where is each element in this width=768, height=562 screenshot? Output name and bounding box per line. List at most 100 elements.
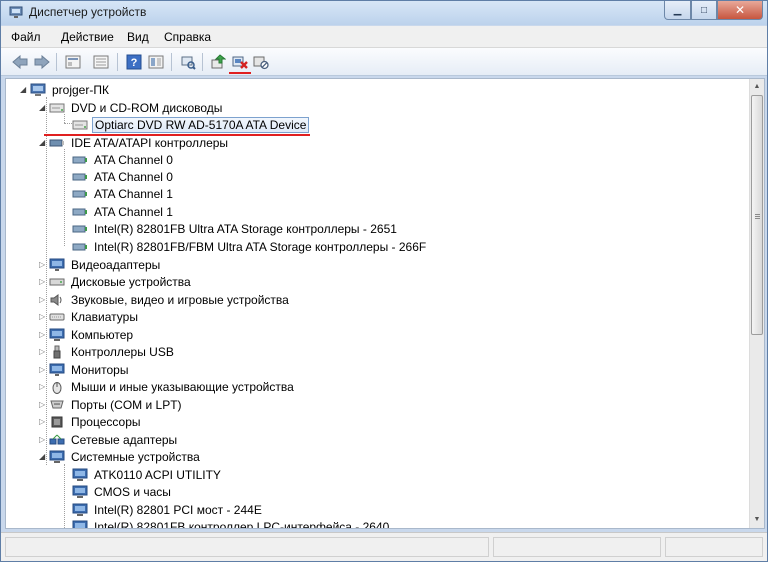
category-dvd[interactable]: ◢ DVD и CD-ROM дисководы: [39, 99, 224, 116]
device-label: Intel(R) 82801FB контроллер LPC-интерфей…: [94, 519, 390, 529]
category-ports[interactable]: ▷ Порты (COM и LPT): [39, 396, 184, 413]
category-label: Звуковые, видео и игровые устройства: [71, 292, 289, 307]
scrollbar-thumb[interactable]: [751, 95, 763, 335]
category-label: Компьютер: [71, 327, 134, 342]
device-ide-child[interactable]: ATA Channel 0: [72, 151, 175, 168]
category-label: Видеоадаптеры: [71, 257, 161, 272]
tree-line: [64, 149, 65, 246]
display-adapter-icon: [49, 258, 65, 271]
category-label: IDE ATA/ATAPI контроллеры: [71, 135, 229, 150]
device-system-child[interactable]: Intel(R) 82801 PCI мост - 244E: [72, 501, 264, 518]
category-mice[interactable]: ▷ Мыши и иные указывающие устройства: [39, 378, 296, 395]
svg-text:?: ?: [131, 57, 138, 69]
category-label: DVD и CD-ROM дисководы: [71, 100, 223, 115]
dvd-drive-icon: [49, 103, 65, 112]
collapsed-arrow-icon[interactable]: ▷: [39, 330, 49, 339]
collapsed-arrow-icon[interactable]: ▷: [39, 347, 49, 356]
collapsed-arrow-icon[interactable]: ▷: [39, 435, 49, 444]
category-usb[interactable]: ▷ Контроллеры USB: [39, 343, 176, 360]
scroll-up-button[interactable]: ▲: [750, 79, 764, 94]
processor-icon: [51, 416, 63, 427]
minimize-button[interactable]: ▁: [664, 1, 691, 20]
menu-file[interactable]: Файл: [11, 30, 41, 44]
device-system-child[interactable]: ATK0110 ACPI UTILITY: [72, 466, 223, 483]
category-computer[interactable]: ▷ Компьютер: [39, 326, 135, 343]
help-icon: ?: [126, 54, 142, 70]
device-ide-child[interactable]: ATA Channel 1: [72, 203, 175, 220]
ide-channel-icon: [72, 208, 87, 215]
expanded-arrow-icon[interactable]: ◢: [39, 103, 49, 112]
menu-view[interactable]: Вид: [127, 30, 149, 44]
device-system-child[interactable]: Intel(R) 82801FB контроллер LPC-интерфей…: [72, 518, 391, 528]
vertical-scrollbar[interactable]: ▲ ▼: [749, 79, 764, 528]
close-button[interactable]: ✕: [717, 1, 763, 20]
device-label: Intel(R) 82801FB/FBM Ultra ATA Storage к…: [94, 239, 427, 254]
properties-button[interactable]: [64, 53, 82, 71]
list-icon: [93, 55, 109, 69]
list-button[interactable]: [92, 53, 110, 71]
scan-hardware-button[interactable]: [179, 53, 197, 71]
collapsed-arrow-icon[interactable]: ▷: [39, 277, 49, 286]
maximize-button[interactable]: □: [691, 1, 717, 20]
collapsed-arrow-icon[interactable]: ▷: [39, 400, 49, 409]
view-button[interactable]: [147, 53, 165, 71]
device-ide-child[interactable]: Intel(R) 82801FB Ultra ATA Storage контр…: [72, 220, 399, 237]
disk-drive-icon: [49, 278, 65, 285]
device-ide-child[interactable]: ATA Channel 0: [72, 168, 175, 185]
expanded-arrow-icon[interactable]: ◢: [39, 452, 49, 461]
expanded-arrow-icon[interactable]: ◢: [20, 85, 30, 94]
root-label: projger-ПК: [52, 82, 109, 97]
red-highlight-toolbar-underline: [229, 72, 251, 74]
ide-channel-icon: [72, 190, 87, 197]
uninstall-device-button[interactable]: [231, 53, 249, 71]
expanded-arrow-icon[interactable]: ◢: [39, 138, 49, 147]
device-ide-child[interactable]: ATA Channel 1: [72, 185, 175, 202]
disable-device-button[interactable]: [252, 53, 270, 71]
scroll-down-button[interactable]: ▼: [750, 512, 764, 527]
category-label: Мониторы: [71, 362, 129, 377]
device-dvd-drive[interactable]: Optiarc DVD RW AD-5170A ATA Device: [72, 116, 310, 133]
category-disks[interactable]: ▷ Дисковые устройства: [39, 273, 193, 290]
help-button[interactable]: ?: [125, 53, 143, 71]
collapsed-arrow-icon[interactable]: ▷: [39, 260, 49, 269]
category-network[interactable]: ▷ Сетевые адаптеры: [39, 431, 179, 448]
computer-icon: [30, 83, 46, 96]
window-controls: ▁ □ ✕: [664, 1, 763, 20]
collapsed-arrow-icon[interactable]: ▷: [39, 382, 49, 391]
category-video[interactable]: ▷ Видеоадаптеры: [39, 256, 162, 273]
status-panel: [5, 537, 489, 557]
category-system[interactable]: ◢ Системные устройства: [39, 448, 202, 465]
collapsed-arrow-icon[interactable]: ▷: [39, 295, 49, 304]
status-bar: [1, 532, 767, 561]
category-monitors[interactable]: ▷ Мониторы: [39, 361, 130, 378]
category-label: Мыши и иные указывающие устройства: [71, 379, 294, 394]
back-button[interactable]: [11, 53, 29, 71]
forward-button[interactable]: [33, 53, 51, 71]
menu-help[interactable]: Справка: [164, 30, 211, 44]
port-icon: [50, 400, 64, 408]
update-driver-button[interactable]: [209, 53, 227, 71]
tree-root[interactable]: ◢ projger-ПК: [20, 81, 111, 98]
scroll-down-icon: ▼: [753, 516, 761, 523]
collapsed-arrow-icon[interactable]: ▷: [39, 417, 49, 426]
category-processors[interactable]: ▷ Процессоры: [39, 413, 143, 430]
collapsed-arrow-icon[interactable]: ▷: [39, 365, 49, 374]
device-system-child[interactable]: CMOS и часы: [72, 483, 173, 500]
device-tree[interactable]: ◢ projger-ПК ◢ DVD и CD-ROM дисководы Op…: [6, 79, 751, 528]
close-icon: ✕: [734, 3, 746, 17]
device-ide-child[interactable]: Intel(R) 82801FB/FBM Ultra ATA Storage к…: [72, 238, 428, 255]
disable-device-icon: [253, 56, 269, 70]
monitor-icon: [49, 363, 65, 376]
category-keyboards[interactable]: ▷ Клавиатуры: [39, 308, 140, 325]
collapsed-arrow-icon[interactable]: ▷: [39, 312, 49, 321]
device-label: CMOS и часы: [94, 484, 171, 499]
ide-channel-icon: [72, 225, 87, 232]
device-tree-panel: ◢ projger-ПК ◢ DVD и CD-ROM дисководы Op…: [5, 78, 765, 529]
menu-action[interactable]: Действие: [61, 30, 114, 44]
category-sound[interactable]: ▷ Звуковые, видео и игровые устройства: [39, 291, 291, 308]
category-ide[interactable]: ◢ IDE ATA/ATAPI контроллеры: [39, 134, 230, 151]
speaker-icon: [50, 293, 62, 306]
title-bar[interactable]: Диспетчер устройств ▁ □ ✕: [1, 1, 767, 25]
update-driver-icon: [211, 54, 226, 69]
uninstall-device-icon: [232, 56, 248, 69]
